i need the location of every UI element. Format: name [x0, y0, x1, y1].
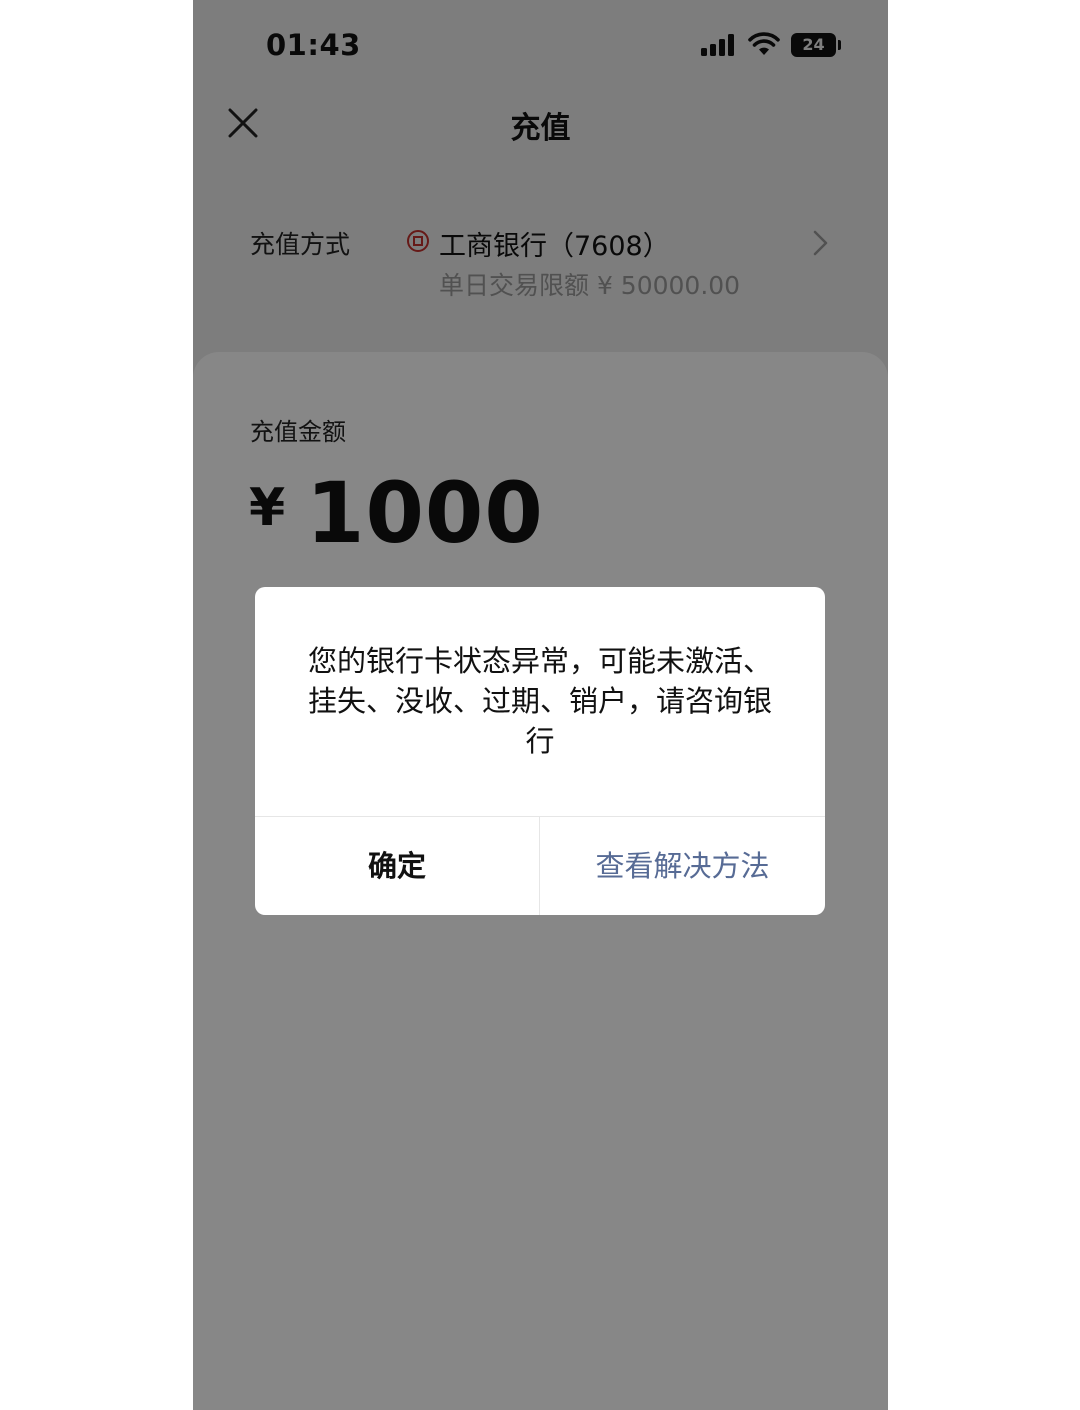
- error-dialog: 您的银行卡状态异常，可能未激活、挂失、没收、过期、销户，请咨询银行 确定 查看解…: [255, 587, 825, 915]
- phone-screen: 01:43 24 充值 充值方式 工商银行（7608） 单日交易限额 ¥ 500…: [193, 0, 888, 1410]
- dialog-message: 您的银行卡状态异常，可能未激活、挂失、没收、过期、销户，请咨询银行: [307, 644, 772, 758]
- confirm-button[interactable]: 确定: [255, 817, 539, 915]
- view-solution-button[interactable]: 查看解决方法: [540, 817, 825, 915]
